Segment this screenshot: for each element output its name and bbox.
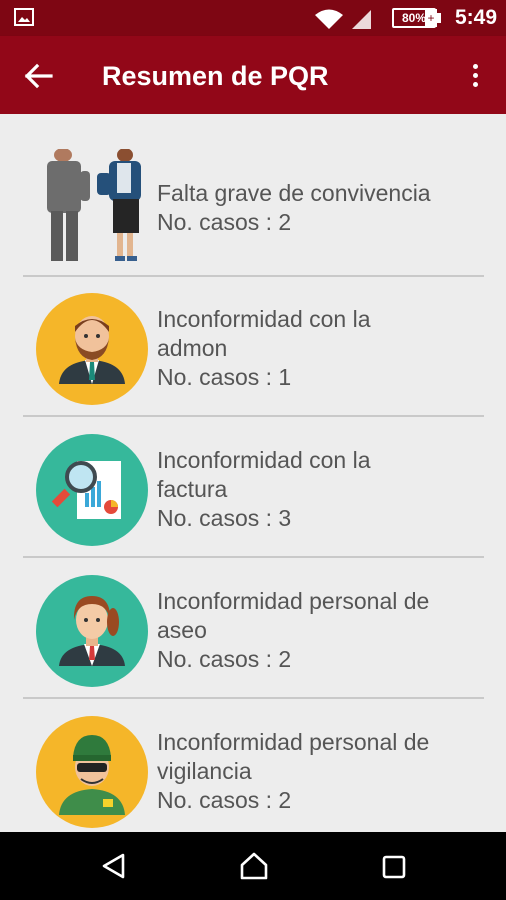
more-vertical-icon[interactable]	[466, 62, 484, 90]
home-icon[interactable]	[238, 851, 270, 881]
gallery-icon	[14, 8, 34, 26]
item-text: Inconformidad personal de aseo No. casos…	[157, 587, 477, 674]
list-item[interactable]: Falta grave de convivencia No. casos : 2	[23, 137, 484, 277]
battery-tip	[437, 13, 441, 23]
battery-percentage: 80%	[401, 11, 427, 25]
back-triangle-icon[interactable]	[100, 852, 126, 880]
signal-icon	[352, 10, 371, 29]
security-guard-icon	[36, 716, 148, 828]
item-title-line2: aseo	[157, 617, 207, 643]
list-item[interactable]: Inconformidad con la admon No. casos : 1	[23, 277, 484, 417]
item-text: Falta grave de convivencia No. casos : 2	[157, 179, 477, 237]
item-text: Inconformidad personal de vigilancia No.…	[157, 728, 477, 815]
page-title: Resumen de PQR	[102, 61, 329, 91]
item-title-line2: factura	[157, 476, 228, 502]
list-item[interactable]: Inconformidad personal de vigilancia No.…	[23, 700, 484, 832]
menu-dot	[473, 64, 478, 69]
list-item[interactable]: Inconformidad con la factura No. casos :…	[23, 418, 484, 558]
menu-dot	[473, 82, 478, 87]
menu-dot	[473, 73, 478, 78]
people-icon	[47, 149, 141, 261]
item-title-line1: Inconformidad con la	[157, 447, 371, 473]
screen: 80% + 5:49 Resumen de PQR Falta grave de…	[0, 0, 506, 900]
item-cases: No. casos : 2	[157, 646, 292, 672]
item-cases: No. casos : 1	[157, 364, 292, 390]
item-text: Inconformidad con la admon No. casos : 1	[157, 305, 477, 392]
item-title-line1: Inconformidad personal de	[157, 729, 430, 755]
pqr-list: Falta grave de convivencia No. casos : 2…	[0, 114, 506, 832]
recent-apps-icon[interactable]	[381, 854, 407, 880]
cleaning-staff-icon	[36, 575, 148, 687]
navigation-bar	[0, 832, 506, 900]
item-title: Falta grave de convivencia	[157, 180, 431, 206]
item-cases: No. casos : 2	[157, 787, 292, 813]
list-item[interactable]: Inconformidad personal de aseo No. casos…	[23, 559, 484, 699]
item-cases: No. casos : 2	[157, 209, 292, 235]
item-cases: No. casos : 3	[157, 505, 292, 531]
wifi-icon	[315, 9, 343, 29]
status-bar: 80% + 5:49	[0, 0, 506, 36]
item-title-line2: vigilancia	[157, 758, 252, 784]
administrator-icon	[36, 293, 148, 405]
status-time: 5:49	[455, 6, 498, 29]
item-title-line1: Inconformidad con la	[157, 306, 371, 332]
item-text: Inconformidad con la factura No. casos :…	[157, 446, 477, 533]
charging-icon: +	[425, 9, 437, 27]
item-title-line1: Inconformidad personal de	[157, 588, 430, 614]
arrow-left-icon[interactable]	[22, 60, 54, 92]
app-bar: Resumen de PQR	[0, 36, 506, 114]
invoice-magnifier-icon	[36, 434, 148, 546]
item-title-line2: admon	[157, 335, 228, 361]
